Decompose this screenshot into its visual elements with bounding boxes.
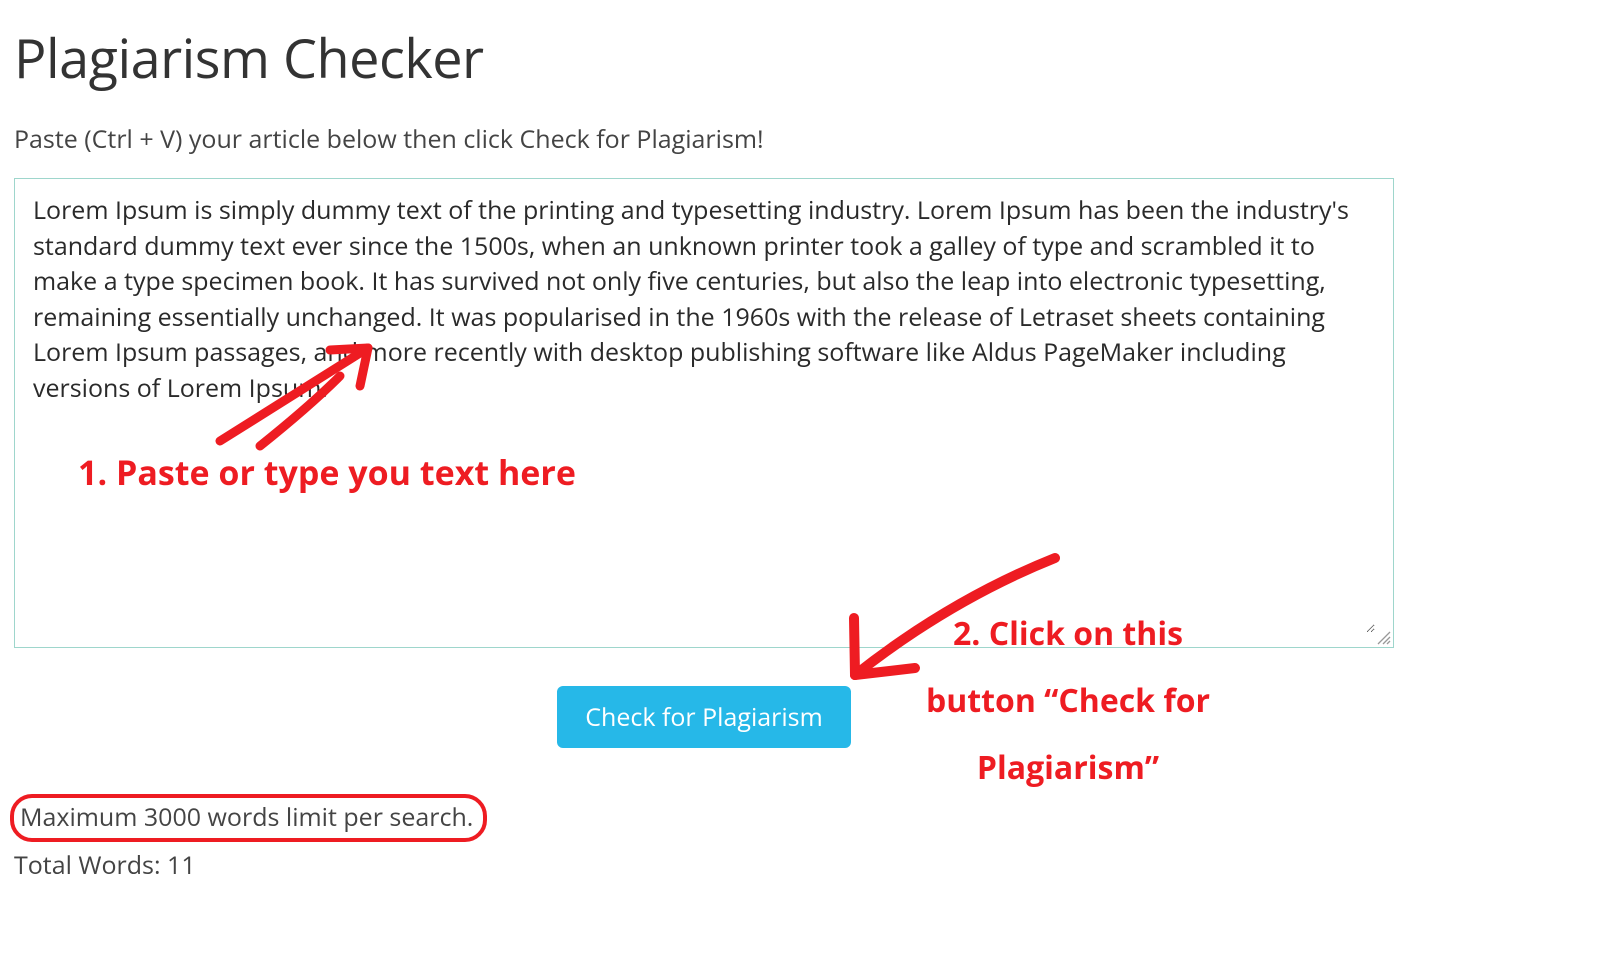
total-words-value: 11 [167, 848, 196, 882]
paste-instructions: Paste (Ctrl + V) your article below then… [14, 122, 1594, 156]
article-textarea-container [14, 178, 1394, 648]
resize-handle-icon [1375, 629, 1391, 645]
word-limit-text: Maximum 3000 words limit per search. [10, 794, 487, 842]
page-title: Plagiarism Checker [14, 20, 1594, 94]
total-words-label: Total Words: [14, 848, 167, 882]
total-words-text: Total Words: 11 [14, 848, 1594, 882]
check-plagiarism-button[interactable]: Check for Plagiarism [557, 686, 851, 748]
article-textarea[interactable] [33, 193, 1375, 633]
